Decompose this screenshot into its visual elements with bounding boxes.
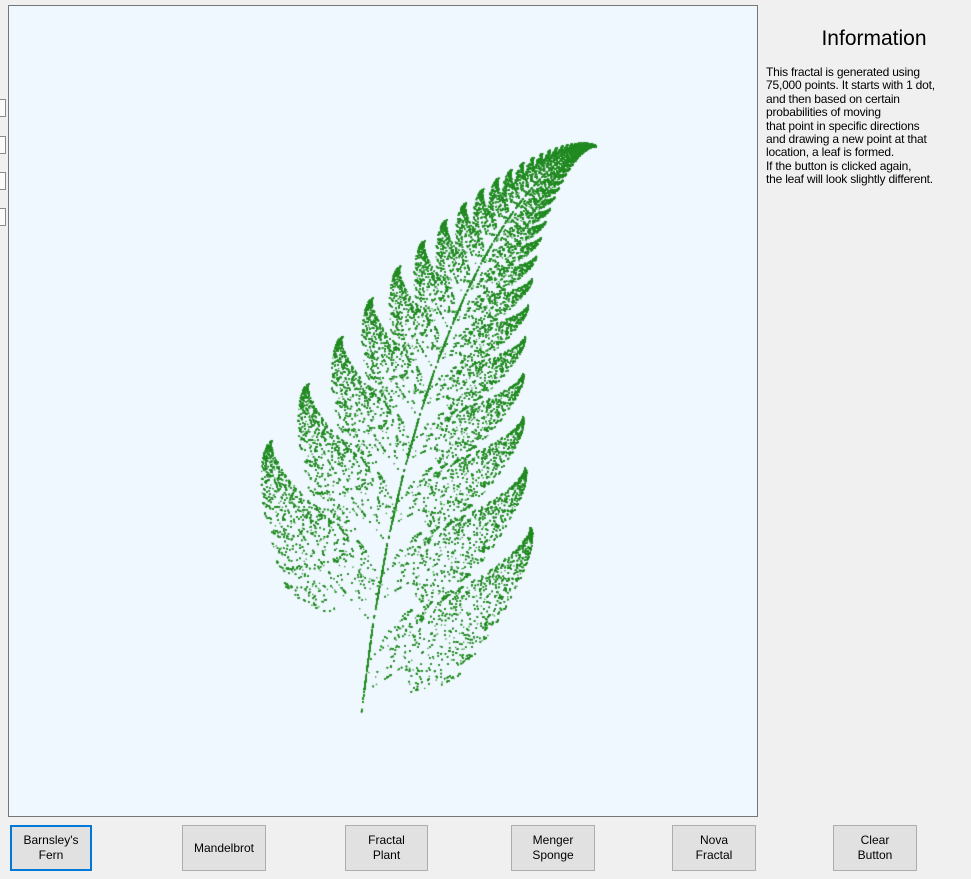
clear-button[interactable]: Clear Button — [833, 825, 917, 871]
mandelbrot-button[interactable]: Mandelbrot — [182, 825, 266, 871]
information-text-line: If the button is clicked again, — [766, 158, 912, 173]
information-panel: Information This fractal is generated us… — [762, 26, 968, 187]
fractal-window: Information This fractal is generated us… — [0, 0, 971, 879]
information-text-line: the leaf will look slightly different. — [766, 172, 933, 187]
information-text-line: probabilities of moving — [766, 105, 881, 120]
fractal-canvas-panel — [8, 5, 758, 817]
left-edge-control[interactable] — [0, 208, 6, 226]
barnsley-fern-drawing — [9, 6, 757, 816]
information-title: Information — [821, 27, 927, 50]
information-text-line: 75,000 points. It starts with 1 dot, — [766, 78, 935, 93]
information-text-line: location, a leaf is formed. — [766, 145, 895, 160]
information-text-line: This fractal is generated using — [766, 65, 920, 79]
information-text-line: and drawing a new point at that — [766, 132, 927, 147]
information-text-line: and then based on certain — [766, 91, 900, 106]
barnsleys-fern-button[interactable]: Barnsley's Fern — [10, 825, 92, 871]
nova-fractal-button[interactable]: Nova Fractal — [672, 825, 756, 871]
left-edge-control[interactable] — [0, 136, 6, 154]
left-edge-control[interactable] — [0, 99, 6, 117]
information-text-line: that point in specific directions — [766, 118, 920, 133]
left-edge-control[interactable] — [0, 172, 6, 190]
menger-sponge-button[interactable]: Menger Sponge — [511, 825, 595, 871]
fractal-plant-button[interactable]: Fractal Plant — [345, 825, 428, 871]
